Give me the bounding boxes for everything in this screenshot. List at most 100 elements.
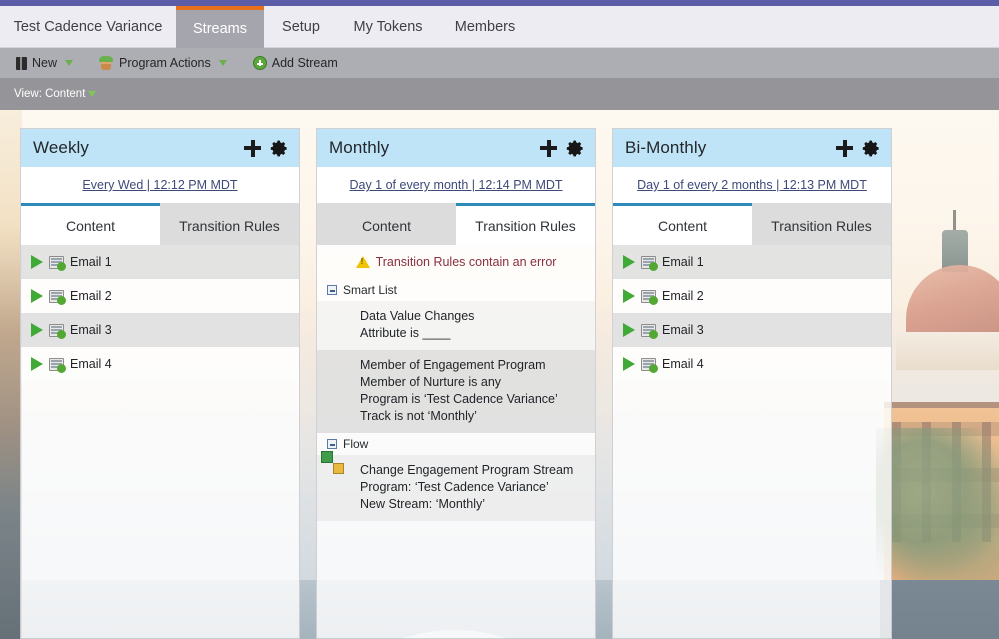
email-label: Email 4 [70, 357, 112, 371]
rule-line: Attribute is ____ [360, 326, 451, 340]
rule-item[interactable]: Data Value Changes Attribute is ____ [317, 301, 595, 350]
stream-panel-body: Email 1 Email 2 Email 3 Email 4 [613, 245, 891, 638]
stream-schedule-link[interactable]: Every Wed | 12:12 PM MDT [82, 178, 237, 192]
rule-group-header[interactable]: Smart List [317, 279, 595, 301]
play-icon[interactable] [623, 289, 635, 303]
toolbar-new-button[interactable]: New [16, 56, 74, 70]
email-row[interactable]: Email 3 [613, 313, 891, 347]
play-icon[interactable] [31, 323, 43, 337]
gear-icon[interactable] [566, 139, 585, 158]
email-approved-icon [641, 357, 658, 373]
view-bar-label: View: Content [14, 88, 86, 100]
rule-group-label: Flow [343, 437, 369, 451]
rule-line: New Stream: ‘Monthly’ [360, 497, 486, 511]
action-toolbar: New Program Actions Add Stream [0, 48, 999, 78]
stream-schedule-link[interactable]: Day 1 of every 2 months | 12:13 PM MDT [637, 178, 867, 192]
email-row[interactable]: Email 2 [21, 279, 299, 313]
email-approved-icon [641, 255, 658, 271]
email-row[interactable]: Email 2 [613, 279, 891, 313]
email-row[interactable]: Email 4 [21, 347, 299, 381]
stream-tab-label: Content [657, 217, 708, 234]
email-row[interactable]: Email 4 [613, 347, 891, 381]
stream-panel-body: Transition Rules contain an error Smart L… [317, 245, 595, 638]
stream-tabs: Content Transition Rules [21, 203, 299, 245]
rule-line: Program: ‘Test Cadence Variance’ [360, 480, 549, 494]
email-label: Email 1 [70, 255, 112, 269]
stream-tab-transition-rules[interactable]: Transition Rules [752, 203, 891, 245]
caret-down-icon[interactable] [65, 60, 74, 66]
email-label: Email 3 [662, 323, 704, 337]
stream-tab-transition-rules[interactable]: Transition Rules [456, 203, 595, 245]
rule-item[interactable]: Change Engagement Program Stream Program:… [317, 455, 595, 521]
main-tab-setup[interactable]: Setup [264, 6, 338, 48]
play-icon[interactable] [31, 357, 43, 371]
stream-schedule: Every Wed | 12:12 PM MDT [21, 167, 299, 203]
email-label: Email 4 [662, 357, 704, 371]
rule-group-header[interactable]: Flow [317, 433, 595, 455]
email-row[interactable]: Email 1 [613, 245, 891, 279]
caret-down-icon[interactable] [218, 60, 227, 66]
stream-panel: Monthly Day 1 of every month | 12:14 PM M… [316, 128, 596, 639]
stream-panel: Bi-Monthly Day 1 of every 2 months | 12:1… [612, 128, 892, 639]
email-row[interactable]: Email 1 [21, 245, 299, 279]
stream-header-actions [244, 139, 289, 158]
toolbar-add-stream-button[interactable]: Add Stream [252, 56, 338, 70]
main-tab-test-cadence-variance[interactable]: Test Cadence Variance [0, 6, 176, 48]
stream-tab-content[interactable]: Content [613, 203, 752, 245]
main-tab-label: Test Cadence Variance [13, 19, 163, 35]
stream-tab-content[interactable]: Content [317, 203, 456, 245]
stream-schedule-link[interactable]: Day 1 of every month | 12:14 PM MDT [349, 178, 562, 192]
rule-group-label: Smart List [343, 283, 398, 297]
stream-panel: Weekly Every Wed | 12:12 PM MDT Content Tra… [20, 128, 300, 639]
main-tab-my-tokens[interactable]: My Tokens [338, 6, 438, 48]
main-tab-label: Members [454, 19, 516, 35]
rule-icon-wrap [333, 462, 351, 513]
rule-item[interactable]: Member of Engagement Program Member of Nu… [317, 350, 595, 433]
collapse-icon[interactable] [327, 439, 337, 449]
play-icon[interactable] [623, 357, 635, 371]
stream-tab-label: Transition Rules [475, 217, 576, 234]
toolbar-program-actions-button[interactable]: Program Actions [99, 56, 227, 70]
play-icon[interactable] [623, 255, 635, 269]
email-label: Email 2 [70, 289, 112, 303]
stream-tab-label: Transition Rules [771, 217, 872, 234]
play-icon[interactable] [31, 255, 43, 269]
main-tabbar: Test Cadence Variance Streams Setup My Toke… [0, 6, 999, 48]
collapse-icon[interactable] [327, 285, 337, 295]
rule-text: Member of Engagement Program Member of Nu… [360, 357, 558, 425]
gear-icon[interactable] [270, 139, 289, 158]
rule-text: Data Value Changes Attribute is ____ [360, 308, 474, 342]
new-document-icon [16, 56, 27, 70]
stream-panel-body: Email 1 Email 2 Email 3 Email 4 [21, 245, 299, 638]
main-tab-streams[interactable]: Streams [176, 6, 264, 48]
plus-icon[interactable] [244, 139, 261, 157]
rule-line: Data Value Changes [360, 309, 475, 323]
main-tab-label: My Tokens [353, 19, 423, 35]
caret-down-icon[interactable] [88, 91, 97, 97]
stream-panel-header: Bi-Monthly [613, 129, 891, 167]
rule-icon-wrap [333, 357, 351, 425]
stream-title: Monthly [329, 138, 390, 157]
main-tab-members[interactable]: Members [438, 6, 532, 48]
stream-schedule: Day 1 of every month | 12:14 PM MDT [317, 167, 595, 203]
plus-icon[interactable] [836, 139, 853, 157]
gear-icon[interactable] [862, 139, 881, 158]
email-label: Email 3 [70, 323, 112, 337]
plus-icon[interactable] [540, 139, 557, 157]
rule-line: Program is ‘Test Cadence Variance’ [360, 392, 558, 406]
warning-icon [355, 256, 370, 268]
main-tab-label: Setup [282, 19, 320, 35]
add-circle-icon [252, 56, 267, 70]
stream-tab-content[interactable]: Content [21, 203, 160, 245]
stream-tab-transition-rules[interactable]: Transition Rules [160, 203, 299, 245]
email-row[interactable]: Email 3 [21, 313, 299, 347]
rule-line: Member of Engagement Program [360, 358, 546, 372]
main-tab-label: Streams [193, 21, 247, 37]
email-approved-icon [49, 357, 66, 373]
view-bar[interactable]: View: Content [0, 78, 999, 110]
email-approved-icon [49, 323, 66, 339]
play-icon[interactable] [31, 289, 43, 303]
play-icon[interactable] [623, 323, 635, 337]
stream-title: Bi-Monthly [625, 138, 707, 157]
stream-tab-label: Content [361, 217, 412, 234]
